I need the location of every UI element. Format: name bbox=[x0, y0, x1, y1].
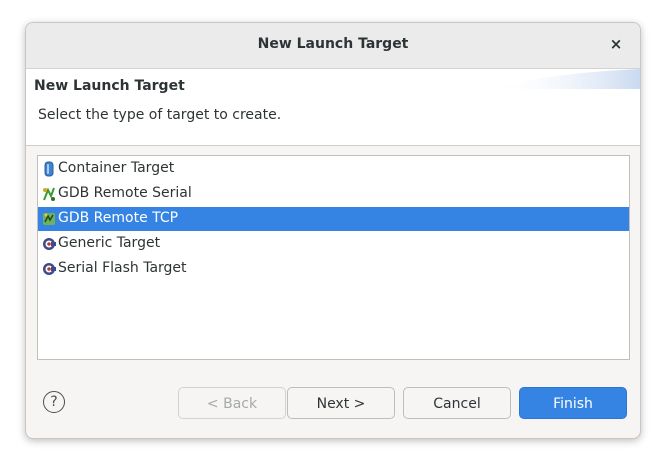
list-item-label: Generic Target bbox=[58, 235, 161, 251]
banner-graphic bbox=[490, 69, 640, 89]
cancel-button[interactable]: Cancel bbox=[403, 387, 511, 419]
list-item-generic-target[interactable]: Generic Target bbox=[38, 232, 629, 256]
title-bar[interactable]: New Launch Target × bbox=[26, 23, 640, 69]
list-item-serial-flash-target[interactable]: Serial Flash Target bbox=[38, 257, 629, 281]
help-icon[interactable]: ? bbox=[43, 391, 65, 413]
list-item-label: Container Target bbox=[58, 160, 175, 176]
page-title: New Launch Target bbox=[34, 78, 185, 94]
window-title: New Launch Target bbox=[257, 36, 409, 52]
serial-flash-icon bbox=[43, 263, 56, 275]
container-icon bbox=[44, 161, 54, 177]
page-description: Select the type of target to create. bbox=[38, 107, 282, 123]
list-item-label: GDB Remote Serial bbox=[58, 185, 192, 201]
wizard-header: New Launch Target Select the type of tar… bbox=[26, 69, 640, 146]
gdb-serial-icon bbox=[43, 187, 55, 201]
gdb-tcp-icon bbox=[43, 213, 55, 225]
close-icon[interactable]: × bbox=[608, 35, 624, 53]
back-button[interactable]: < Back bbox=[178, 387, 286, 419]
list-item-label: GDB Remote TCP bbox=[58, 210, 179, 226]
list-item-gdb-remote-serial[interactable]: GDB Remote Serial bbox=[38, 182, 629, 206]
new-launch-target-dialog: New Launch Target × New Launch Target Se… bbox=[25, 22, 641, 439]
generic-target-icon bbox=[43, 238, 56, 250]
list-item-container-target[interactable]: Container Target bbox=[38, 157, 629, 181]
next-button[interactable]: Next > bbox=[287, 387, 395, 419]
list-item-gdb-remote-tcp[interactable]: GDB Remote TCP bbox=[38, 207, 629, 231]
list-item-label: Serial Flash Target bbox=[58, 260, 187, 276]
finish-button[interactable]: Finish bbox=[519, 387, 627, 419]
target-type-list[interactable]: Container Target GDB Remote Serial GDB R… bbox=[37, 155, 630, 360]
